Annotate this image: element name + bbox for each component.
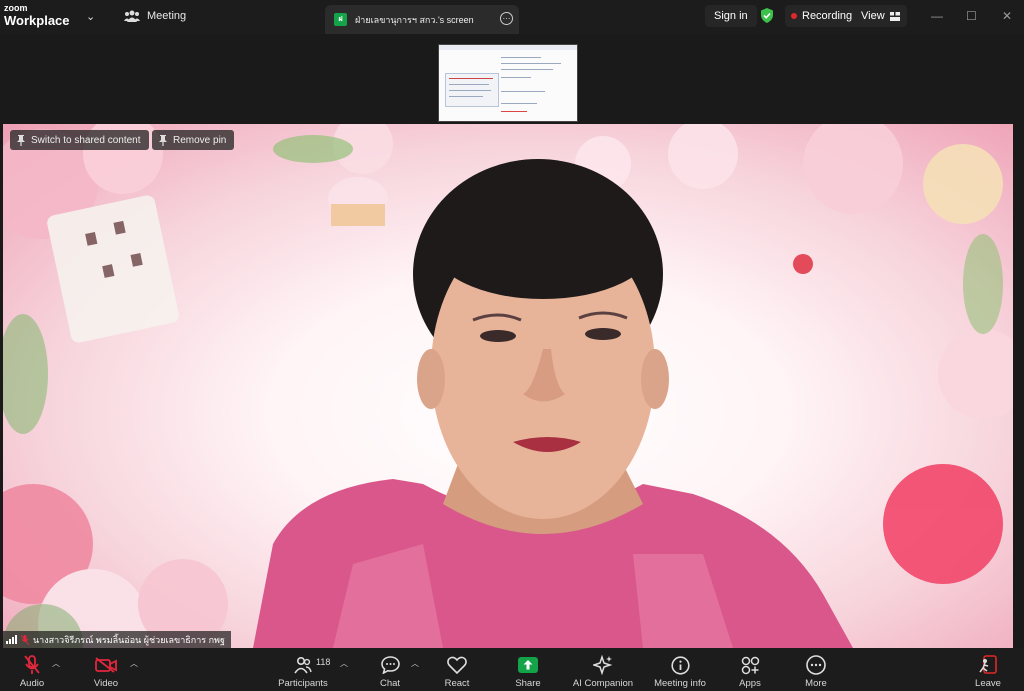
thumbnail-text-line [501, 103, 537, 104]
participants-icon [294, 656, 312, 674]
share-label: Share [515, 678, 541, 689]
audio-button[interactable]: Audio [18, 654, 46, 689]
meeting-participants-icon [124, 10, 140, 22]
shared-screen-tab[interactable]: ฝ ฝ่ายเลขานุการฯ สกว.'s screen ⋯ [325, 5, 519, 34]
active-speaker-video[interactable]: Switch to shared content Remove pin นางส… [3, 124, 1013, 648]
maximize-icon[interactable]: ☐ [966, 9, 977, 23]
participant-figure [253, 159, 853, 648]
shared-content-thumbnail[interactable] [438, 44, 578, 122]
share-app-icon: ฝ [334, 13, 347, 26]
chat-label: Chat [379, 678, 401, 689]
meeting-menu[interactable]: Meeting [124, 10, 186, 22]
react-button[interactable]: React [444, 654, 470, 689]
thumbnail-text-line [501, 57, 541, 58]
shared-screen-title: ฝ่ายเลขานุการฯ สกว.'s screen [355, 14, 474, 25]
thumbnail-text-line [449, 84, 489, 85]
logo-line2: Workplace [4, 13, 70, 28]
leave-label: Leave [975, 678, 1001, 689]
muted-mic-icon [21, 634, 29, 645]
participants-options-chevron-up-icon[interactable]: ︿ [340, 658, 348, 669]
meeting-info-label: Meeting info [654, 678, 706, 689]
thumbnail-strip [0, 34, 1024, 124]
recording-label: Recording [802, 10, 853, 22]
thumbnail-toolbar [439, 45, 577, 50]
muted-mic-icon [24, 655, 40, 674]
video-button[interactable]: Video [91, 654, 121, 689]
audio-options-chevron-up-icon[interactable]: ︿ [52, 658, 60, 669]
remove-pin-button[interactable]: Remove pin [152, 130, 235, 150]
sign-in-button[interactable]: Sign in [705, 5, 757, 27]
recording-dot-icon [791, 13, 797, 19]
switch-to-shared-content-button[interactable]: Switch to shared content [10, 130, 149, 150]
remove-pin-label: Remove pin [173, 134, 227, 146]
participants-label: Participants [278, 678, 328, 689]
switch-to-shared-content-label: Switch to shared content [31, 134, 141, 146]
zoom-logo[interactable]: zoom Workplace [4, 3, 70, 28]
leave-button[interactable]: Leave [974, 654, 1002, 689]
ai-companion-label: AI Companion [572, 678, 634, 689]
chat-icon [380, 656, 400, 674]
audio-label: Audio [19, 678, 45, 689]
close-icon[interactable]: ✕ [1002, 9, 1012, 23]
thumbnail-text-line [501, 77, 531, 78]
heart-icon [447, 656, 467, 674]
participant-name: นางสาวจิรีภรณ์ พรมลิ้นอ่อน ผู้ช่วยเลขาธิ… [33, 634, 225, 645]
title-bar: zoom Workplace ⌄ Meeting ฝ ฝ่ายเลขานุการ… [0, 0, 1024, 34]
more-label: More [805, 678, 827, 689]
meeting-info-button[interactable]: Meeting info [651, 654, 709, 689]
apps-icon [741, 656, 759, 674]
signal-strength-icon [6, 635, 17, 644]
pin-icon [17, 134, 25, 146]
logo-line1: zoom [4, 3, 28, 13]
participant-name-tag: นางสาวจิรีภรณ์ พรมลิ้นอ่อน ผู้ช่วยเลขาธิ… [3, 631, 231, 648]
thumbnail-text-line [501, 69, 553, 70]
encryption-shield-icon[interactable] [760, 8, 774, 23]
video-label: Video [93, 678, 119, 689]
thumbnail-text-line [449, 78, 493, 79]
chevron-down-icon[interactable]: ⌄ [86, 10, 95, 23]
thumbnail-text-line [501, 63, 561, 64]
chat-options-chevron-up-icon[interactable]: ︿ [411, 658, 419, 669]
sparkle-icon [593, 655, 613, 675]
recording-indicator[interactable]: Recording [785, 5, 859, 27]
minimize-icon[interactable]: — [931, 9, 943, 23]
apps-button[interactable]: Apps [737, 654, 763, 689]
more-options-icon[interactable]: ⋯ [500, 12, 513, 25]
grid-view-icon [889, 11, 900, 21]
video-off-icon [95, 657, 117, 673]
info-icon [670, 655, 690, 675]
chat-button[interactable]: Chat [378, 654, 402, 689]
view-label: View [861, 10, 885, 22]
share-button[interactable]: Share [514, 654, 542, 689]
thumbnail-text-line [501, 111, 527, 112]
ai-companion-button[interactable]: AI Companion [571, 654, 635, 689]
react-label: React [444, 678, 470, 689]
meeting-label: Meeting [147, 10, 187, 22]
more-button[interactable]: More [803, 654, 829, 689]
thumbnail-text-line [501, 91, 545, 92]
leave-icon [979, 655, 997, 674]
share-screen-icon [518, 657, 538, 673]
view-button[interactable]: View [854, 5, 907, 27]
thumbnail-text-line [449, 96, 483, 97]
more-icon [806, 655, 826, 675]
pin-icon [159, 134, 167, 146]
participants-count: 118 [316, 657, 331, 667]
thumbnail-inner-window [445, 73, 499, 107]
speaker-video-frame [3, 124, 1013, 648]
thumbnail-text-line [449, 90, 491, 91]
apps-label: Apps [739, 678, 761, 689]
video-options-chevron-up-icon[interactable]: ︿ [130, 658, 138, 669]
meeting-toolbar: Audio ︿ Video ︿ Participants 118 ︿ Chat … [0, 648, 1024, 691]
